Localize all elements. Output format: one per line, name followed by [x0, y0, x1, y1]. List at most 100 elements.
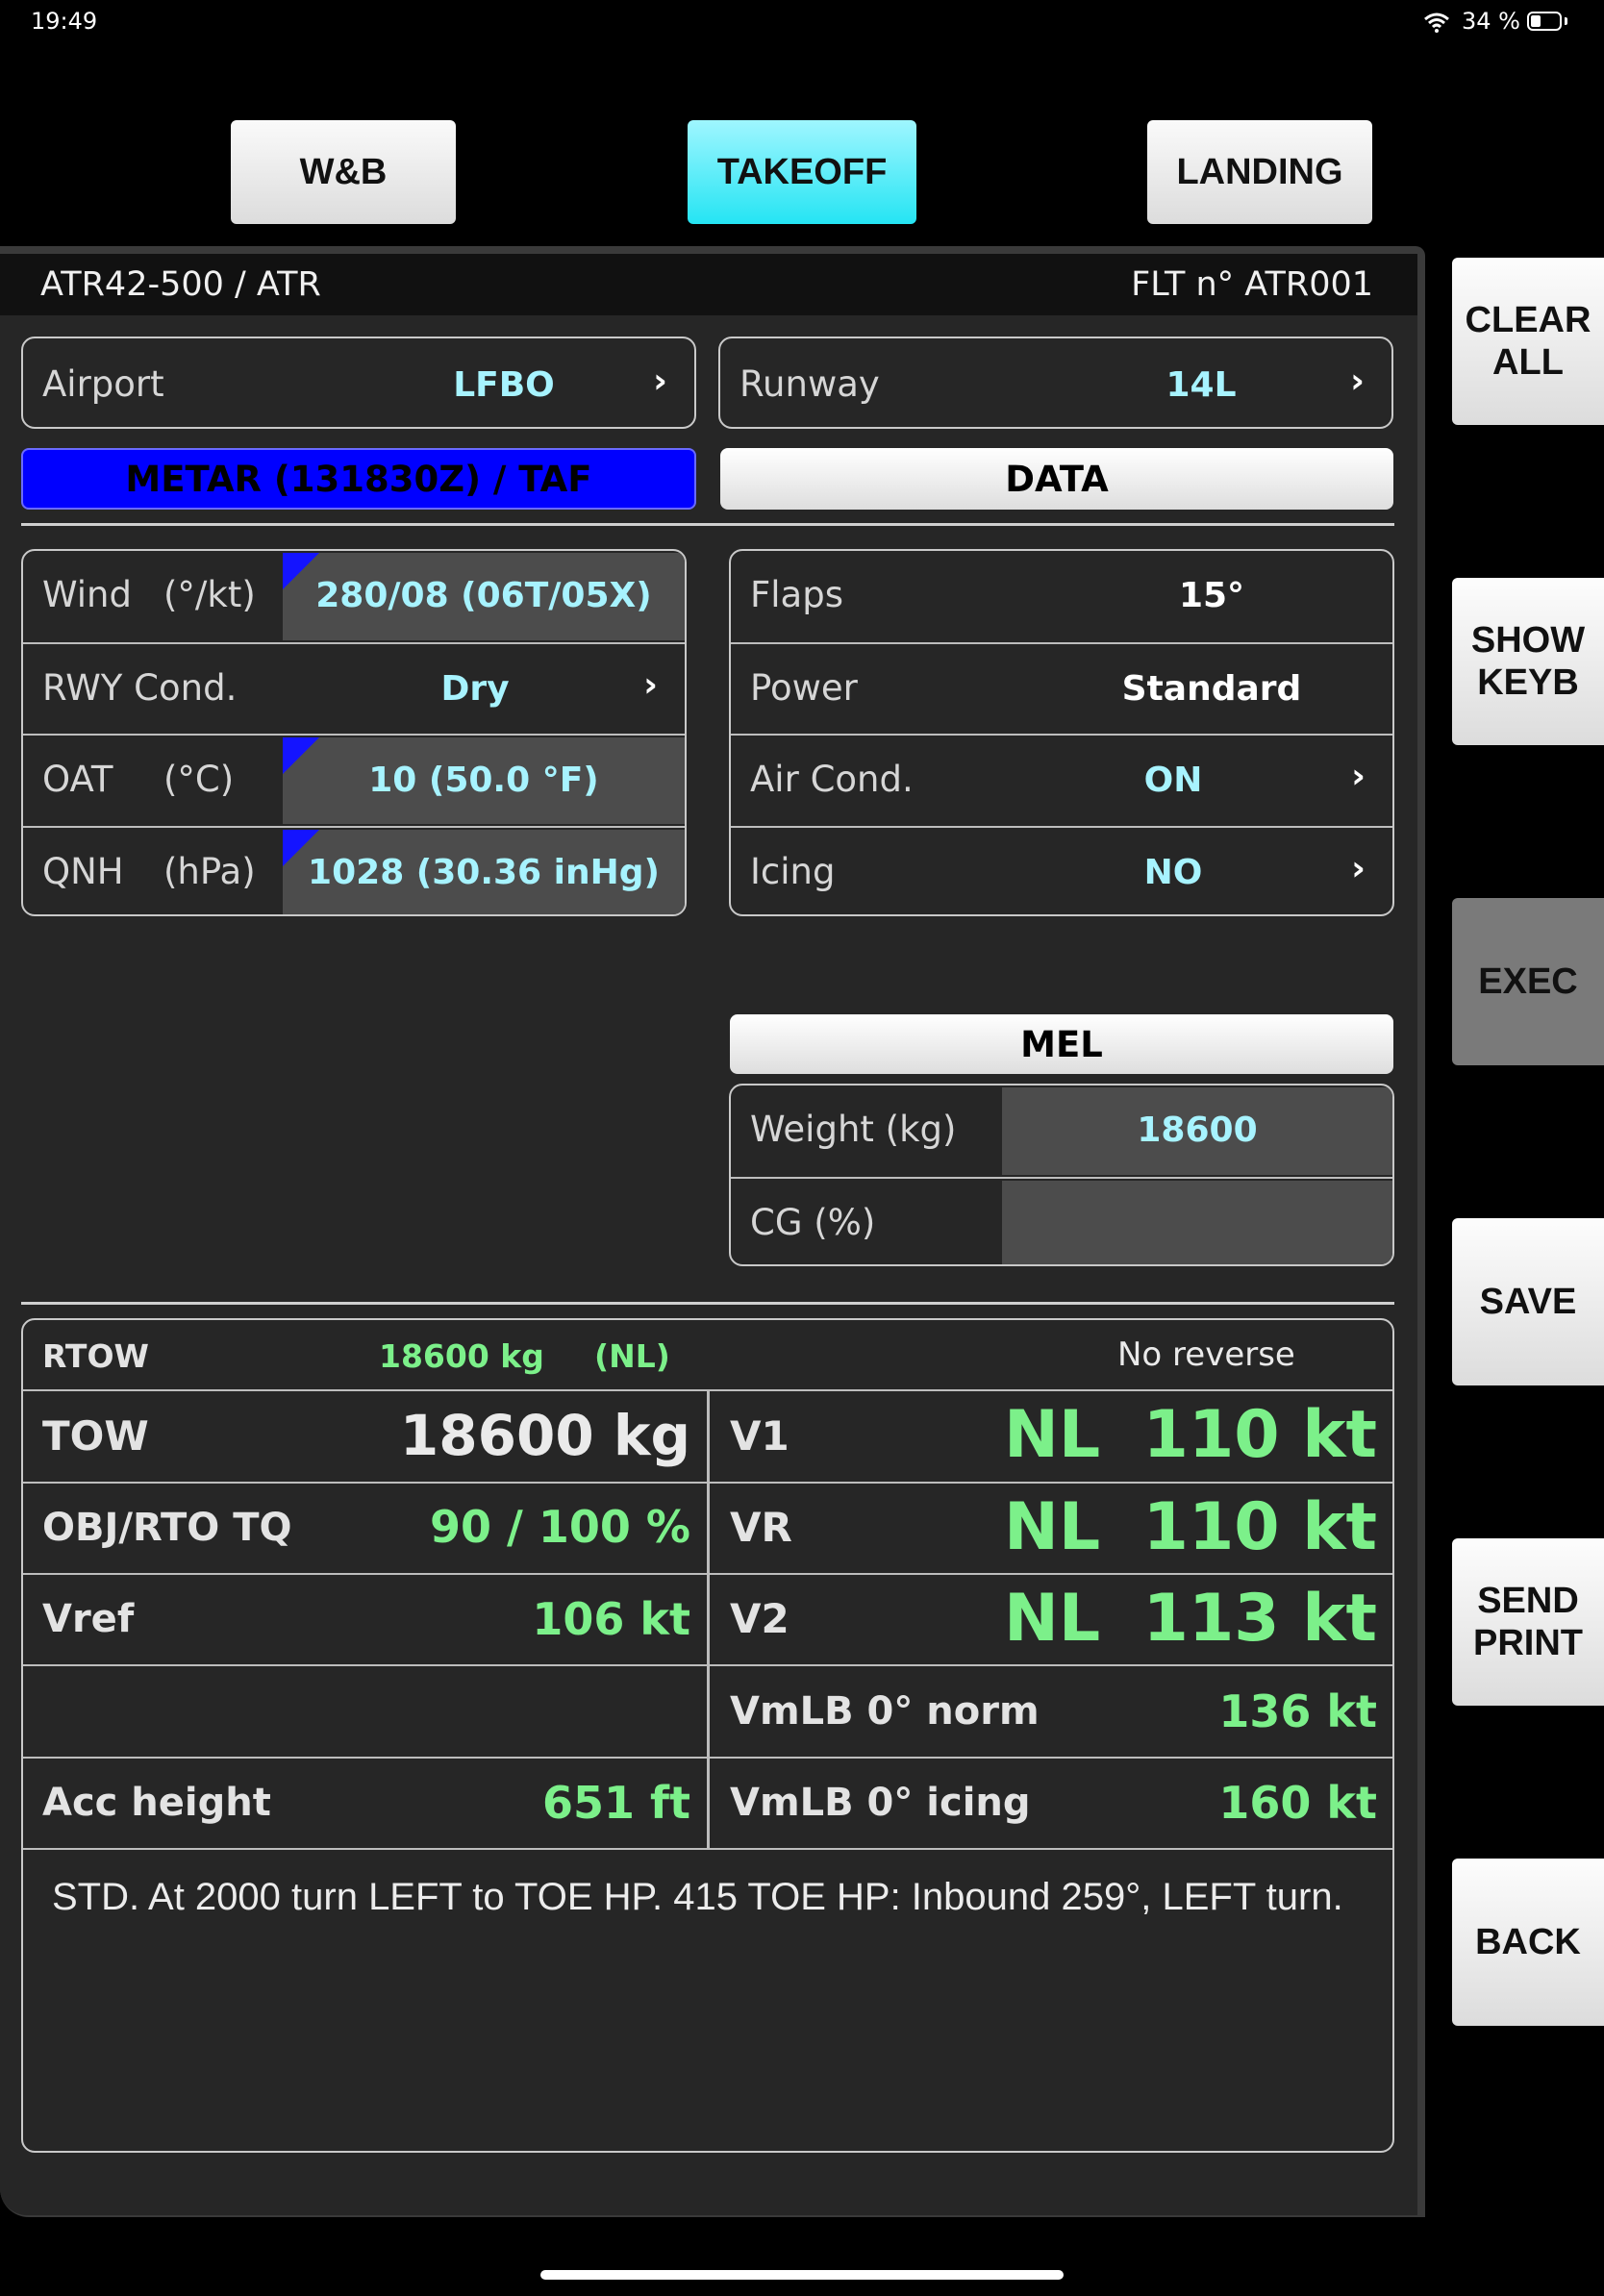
tow-label: TOW — [42, 1412, 149, 1460]
mel-weight-label: Weight (kg) — [750, 1109, 957, 1150]
qnh-value: 1028 (30.36 inHg) — [308, 853, 660, 892]
acc-height-label: Acc height — [42, 1781, 271, 1825]
status-time: 19:49 — [31, 8, 98, 35]
wind-value: 280/08 (06T/05X) — [315, 576, 652, 615]
v2-label: V2 — [730, 1595, 789, 1642]
mel-box: Weight (kg) 18600 CG (%) — [729, 1084, 1394, 1266]
v1-value: 110 kt — [1142, 1397, 1377, 1473]
power-row[interactable]: Power Standard — [731, 642, 1392, 736]
mel-weight-field[interactable]: 18600 — [1002, 1087, 1392, 1175]
oat-label: OAT — [42, 759, 113, 800]
save-label: SAVE — [1479, 1282, 1577, 1322]
qnh-unit: (hPa) — [163, 851, 256, 892]
tow-value: 18600 kg — [399, 1403, 690, 1468]
vr-flag: NL — [1004, 1489, 1101, 1565]
chevron-right-icon: › — [1351, 849, 1366, 888]
vref-label: Vref — [42, 1597, 135, 1641]
send-print-button[interactable]: SEND PRINT — [1452, 1538, 1604, 1706]
flaps-row[interactable]: Flaps 15° — [731, 551, 1392, 642]
airport-label: Airport — [42, 363, 164, 405]
power-label: Power — [750, 667, 858, 709]
send-print-line1: SEND — [1477, 1581, 1579, 1621]
divider — [21, 1302, 1394, 1305]
aircraft-label: ATR42-500 / ATR — [40, 265, 321, 304]
vmlb-norm-label: VmLB 0° norm — [730, 1689, 1040, 1734]
chevron-right-icon: › — [1350, 362, 1365, 401]
icing-label: Icing — [750, 851, 836, 892]
qnh-field[interactable]: 1028 (30.36 inHg) — [283, 830, 685, 914]
back-label: BACK — [1475, 1922, 1581, 1962]
chevron-right-icon: › — [643, 665, 658, 705]
clear-all-button[interactable]: CLEAR ALL — [1452, 258, 1604, 425]
rwy-cond-row[interactable]: RWY Cond. Dry › — [23, 642, 685, 736]
mel-weight-row: Weight (kg) 18600 — [731, 1086, 1392, 1177]
battery-tip — [1565, 17, 1567, 25]
icing-value: NO — [1143, 853, 1203, 892]
divider — [21, 523, 1394, 526]
airport-value: LFBO — [453, 365, 555, 405]
conditions-box: Wind (°/kt) 280/08 (06T/05X) RWY Cond. D… — [21, 549, 687, 916]
flight-number: FLT n° ATR001 — [1131, 265, 1373, 304]
mel-cg-label: CG (%) — [750, 1202, 876, 1243]
v1-flag: NL — [1004, 1397, 1101, 1473]
data-button[interactable]: DATA — [720, 448, 1393, 510]
rtow-flag: (NL) — [594, 1337, 670, 1375]
v1-label: V1 — [730, 1412, 789, 1460]
back-button[interactable]: BACK — [1452, 1859, 1604, 2026]
reverse-note: No reverse — [1117, 1335, 1295, 1374]
tab-wb[interactable]: W&B — [231, 120, 456, 224]
qnh-label: QNH — [42, 851, 124, 892]
metar-taf-button[interactable]: METAR (131830Z) / TAF — [21, 448, 696, 510]
wifi-icon — [1423, 12, 1450, 33]
oat-row: OAT (°C) 10 (50.0 °F) — [23, 734, 685, 828]
exec-button[interactable]: EXEC — [1452, 898, 1604, 1065]
tab-takeoff[interactable]: TAKEOFF — [688, 120, 916, 224]
rwy-cond-label: RWY Cond. — [42, 667, 238, 709]
flaps-value: 15° — [1178, 576, 1245, 615]
v2-flag: NL — [1004, 1581, 1101, 1657]
config-box: Flaps 15° Power Standard Air Cond. ON › … — [729, 549, 1394, 916]
oat-unit: (°C) — [163, 759, 235, 800]
rtow-value: 18600 kg — [379, 1337, 544, 1375]
vref-value: 106 kt — [532, 1593, 690, 1645]
chevron-right-icon: › — [653, 362, 667, 401]
clear-all-line1: CLEAR — [1465, 300, 1591, 340]
vr-label: VR — [730, 1504, 792, 1551]
power-value: Standard — [1121, 669, 1302, 709]
tab-landing[interactable]: LANDING — [1147, 120, 1372, 224]
tq-value: 90 / 100 % — [430, 1501, 690, 1553]
flaps-label: Flaps — [750, 574, 843, 615]
air-cond-label: Air Cond. — [750, 759, 914, 800]
icing-row[interactable]: Icing NO › — [731, 826, 1392, 914]
wind-label: Wind — [42, 574, 132, 615]
mel-cg-field[interactable] — [1002, 1181, 1392, 1264]
mel-weight-value: 18600 — [1137, 1111, 1258, 1150]
show-keyb-line2: KEYB — [1477, 662, 1579, 703]
rwy-cond-value: Dry — [440, 669, 510, 709]
oat-value: 10 (50.0 °F) — [368, 761, 599, 800]
wind-unit: (°/kt) — [163, 574, 256, 615]
save-button[interactable]: SAVE — [1452, 1218, 1604, 1385]
rtow-label: RTOW — [42, 1337, 149, 1375]
results-column-divider — [707, 1389, 710, 1849]
send-print-line2: PRINT — [1473, 1623, 1583, 1663]
vr-value: 110 kt — [1142, 1489, 1377, 1565]
airport-selector[interactable]: Airport LFBO › — [21, 337, 696, 429]
results-box: RTOW 18600 kg (NL) No reverse TOW 18600 … — [21, 1318, 1394, 2153]
procedure-text: STD. At 2000 turn LEFT to TOE HP. 415 TO… — [52, 1876, 1343, 1918]
battery-icon — [1527, 12, 1562, 31]
v2-value: 113 kt — [1142, 1581, 1377, 1657]
exec-label: EXEC — [1478, 961, 1578, 1002]
acc-height-value: 651 ft — [541, 1777, 690, 1829]
oat-field[interactable]: 10 (50.0 °F) — [283, 737, 685, 824]
show-keyboard-button[interactable]: SHOW KEYB — [1452, 578, 1604, 745]
vmlb-norm-value: 136 kt — [1218, 1685, 1377, 1737]
runway-selector[interactable]: Runway 14L › — [718, 337, 1393, 429]
wind-field[interactable]: 280/08 (06T/05X) — [283, 553, 685, 640]
mel-button[interactable]: MEL — [730, 1014, 1393, 1074]
chevron-right-icon: › — [1351, 757, 1366, 796]
home-indicator[interactable] — [540, 2270, 1064, 2280]
tq-label: OBJ/RTO TQ — [42, 1506, 292, 1550]
runway-label: Runway — [739, 363, 880, 405]
air-cond-row[interactable]: Air Cond. ON › — [731, 734, 1392, 828]
